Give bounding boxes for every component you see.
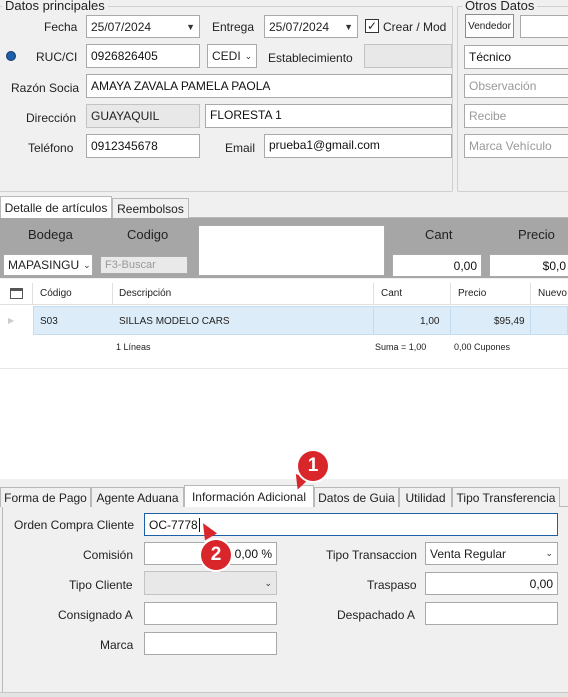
razon-input[interactable]: AMAYA ZAVALA PAMELA PAOLA <box>86 74 452 98</box>
marca-input[interactable] <box>144 632 277 655</box>
recibe-input[interactable]: Recibe <box>464 104 568 128</box>
email-label: Email <box>225 141 256 155</box>
comision-value: 0,00 % <box>234 546 272 561</box>
codigo-header: Codigo <box>127 227 169 242</box>
observacion-input[interactable]: Observación <box>464 74 568 98</box>
row-cant: 1,00 <box>420 316 440 327</box>
grid-row-sep <box>373 306 374 335</box>
table-row[interactable] <box>33 306 568 335</box>
annotation-step-1: 1 <box>298 451 328 481</box>
vendedor-button[interactable]: Vendedor <box>465 14 514 38</box>
grid-row-sep <box>530 306 531 335</box>
email-input[interactable]: prueba1@gmail.com <box>264 134 452 158</box>
precio-entry-input[interactable]: $0,0 <box>489 254 568 277</box>
entrega-label: Entrega <box>212 20 255 34</box>
crear-checkbox[interactable]: ✓ <box>365 19 379 33</box>
chevron-down-icon: ⌄ <box>83 259 91 270</box>
row-descripcion: SILLAS MODELO CARS <box>119 316 230 327</box>
entrega-value: 25/07/2024 <box>269 19 330 34</box>
tipo-transaccion-label: Tipo Transaccion <box>326 548 417 562</box>
telefono-input[interactable]: 0912345678 <box>86 134 200 158</box>
direccion-input[interactable]: FLORESTA 1 <box>205 104 452 128</box>
bottom-edge <box>0 692 568 697</box>
traspaso-input[interactable]: 0,00 <box>425 572 558 595</box>
precio-header: Precio <box>518 227 555 242</box>
grid-col-sep <box>530 283 531 305</box>
tipo-cliente-label: Tipo Cliente <box>69 578 133 592</box>
marca-label: Marca <box>100 638 134 652</box>
comision-label: Comisión <box>83 548 134 562</box>
despachado-label: Despachado A <box>337 608 416 622</box>
ruc-label: RUC/CI <box>36 50 78 64</box>
codigo-search-input[interactable]: F3-Buscar <box>100 256 188 274</box>
establecimiento-input[interactable] <box>364 44 452 68</box>
grid-col-sep <box>112 283 113 305</box>
chevron-down-icon: ▼ <box>344 21 353 32</box>
bodega-header: Bodega <box>28 227 73 242</box>
doc-type-select[interactable]: CEDI ⌄ <box>207 44 257 68</box>
row-precio: $95,49 <box>494 316 525 327</box>
tab-utilidad[interactable]: Utilidad <box>399 487 452 507</box>
footer-cupones: 0,00 Cupones <box>454 342 511 352</box>
tipo-cliente-select[interactable]: ⌄ <box>144 571 277 595</box>
traspaso-label: Traspaso <box>367 578 417 592</box>
footer-lineas: 1 Líneas <box>116 342 151 352</box>
chevron-down-icon: ⌄ <box>545 548 553 558</box>
cant-entry-input[interactable]: 0,00 <box>392 254 482 277</box>
grid-header-descripcion[interactable]: Descripción <box>119 288 171 299</box>
doc-type-value: CEDI <box>212 49 241 63</box>
despachado-input[interactable] <box>425 602 558 625</box>
cant-header: Cant <box>425 227 453 242</box>
tipo-transaccion-value: Venta Regular <box>430 546 507 561</box>
footer-suma: Suma = 1,00 <box>375 342 427 352</box>
establecimiento-label: Establecimiento <box>268 51 353 65</box>
vendedor-input[interactable] <box>520 15 568 38</box>
ciudad-input[interactable]: GUAYAQUIL <box>86 104 200 128</box>
grid-row-sep <box>450 306 451 335</box>
column-chooser-icon[interactable] <box>10 288 23 299</box>
telefono-label: Teléfono <box>28 141 74 155</box>
entrega-picker[interactable]: 25/07/2024 ▼ <box>264 15 358 38</box>
crear-label: Crear / Mod <box>383 20 447 34</box>
tecnico-input[interactable]: Técnico <box>464 45 568 69</box>
direccion-label: Dirección <box>26 111 77 125</box>
bodega-select[interactable]: MAPASINGU ⌄ <box>3 254 93 276</box>
tab-agente-aduana[interactable]: Agente Aduana <box>91 487 184 507</box>
grid-col-sep <box>450 283 451 305</box>
consignado-label: Consignado A <box>58 608 133 622</box>
marca-vehiculo-input[interactable]: Marca Vehículo <box>464 134 568 158</box>
bodega-value: MAPASINGU <box>8 258 80 272</box>
chevron-down-icon: ▼ <box>186 21 195 32</box>
otros-datos-title: Otros Datos <box>462 0 538 13</box>
grid-header-codigo[interactable]: Código <box>40 288 72 299</box>
ruc-input[interactable]: 0926826405 <box>86 44 200 68</box>
row-selector-icon: ▶ <box>8 316 15 325</box>
grid-header-cant[interactable]: Cant <box>381 288 402 299</box>
fecha-label: Fecha <box>44 20 78 34</box>
descripcion-entry[interactable] <box>198 225 385 276</box>
tipo-transaccion-select[interactable]: Venta Regular ⌄ <box>425 542 558 565</box>
globe-icon[interactable] <box>6 51 16 61</box>
grid-col-sep <box>373 283 374 305</box>
tab-detalle-articulos[interactable]: Detalle de artículos <box>0 196 112 218</box>
chevron-down-icon: ⌄ <box>244 50 253 61</box>
grid-header-nuevo[interactable]: Nuevo <box>538 288 567 299</box>
orden-compra-label: Orden Compra Cliente <box>14 518 135 532</box>
grid-col-sep <box>32 283 33 305</box>
annotation-step-2: 2 <box>201 540 231 570</box>
grid-header-precio[interactable]: Precio <box>458 288 486 299</box>
fecha-picker[interactable]: 25/07/2024 ▼ <box>86 15 200 38</box>
razon-label: Razón Socia <box>11 81 80 95</box>
row-codigo: S03 <box>40 316 58 327</box>
grid-footer-line <box>0 368 568 369</box>
datos-principales-title: Datos principales <box>2 0 108 13</box>
tab-tipo-transferencia[interactable]: Tipo Transferencia <box>452 487 560 507</box>
tab-reembolsos[interactable]: Reembolsos <box>112 198 189 218</box>
consignado-input[interactable] <box>144 602 277 625</box>
tab-datos-guia[interactable]: Datos de Guia <box>314 487 399 507</box>
fecha-value: 25/07/2024 <box>91 19 152 34</box>
orden-compra-value: OC-7778 <box>149 517 198 532</box>
tab-forma-pago[interactable]: Forma de Pago <box>0 487 91 507</box>
chevron-down-icon: ⌄ <box>264 577 272 588</box>
